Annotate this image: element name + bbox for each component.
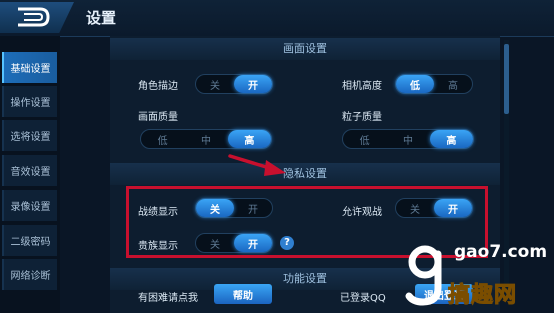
- particle-quality-label: 粒子质量: [342, 112, 382, 123]
- watermark-text: 搞趣网: [447, 283, 518, 309]
- section-title-display: 画面设置: [110, 38, 500, 60]
- watermark-domain: gao7.com: [454, 242, 548, 262]
- option-medium[interactable]: 中: [184, 130, 227, 148]
- camera-height-label: 相机高度: [342, 81, 382, 92]
- trouble-label: 有困难请点我: [138, 293, 198, 304]
- particle-quality-toggle[interactable]: 低 中 高: [342, 129, 474, 149]
- option-low[interactable]: 低: [343, 130, 386, 148]
- option-high[interactable]: 高: [227, 130, 271, 148]
- graphics-quality-toggle[interactable]: 低 中 高: [140, 129, 272, 149]
- sidebar-item-secondary-password[interactable]: 二级密码: [2, 225, 57, 256]
- section-title-privacy: 隐私设置: [110, 163, 500, 185]
- sidebar-item-sound-settings[interactable]: 音效设置: [2, 155, 57, 186]
- watermark-logo-icon: [405, 245, 442, 306]
- scrollbar-thumb[interactable]: [504, 44, 509, 114]
- sidebar-item-replay-settings[interactable]: 录像设置: [2, 190, 57, 221]
- top-bar: [0, 0, 554, 37]
- character-outline-label: 角色描边: [138, 81, 178, 92]
- option-on[interactable]: 开: [234, 75, 272, 93]
- option-medium[interactable]: 中: [386, 130, 429, 148]
- option-high[interactable]: 高: [434, 75, 472, 93]
- annotation-arrow-icon: [228, 154, 286, 176]
- character-outline-toggle[interactable]: 关 开: [195, 74, 273, 94]
- sidebar: 基础设置 操作设置 选将设置 音效设置 录像设置 二级密码 网络诊断: [0, 36, 60, 313]
- option-low[interactable]: 低: [396, 75, 434, 93]
- back-icon: [18, 7, 50, 27]
- option-off[interactable]: 关: [196, 75, 234, 93]
- graphics-quality-label: 画面质量: [138, 112, 178, 123]
- logged-in-label: 已登录QQ: [340, 293, 386, 304]
- sidebar-item-basic-settings[interactable]: 基础设置: [2, 52, 57, 83]
- page-title: 设置: [86, 9, 117, 27]
- option-high[interactable]: 高: [429, 130, 473, 148]
- help-button[interactable]: 帮助: [214, 284, 272, 304]
- sidebar-item-network-diagnosis[interactable]: 网络诊断: [2, 259, 57, 290]
- option-low[interactable]: 低: [141, 130, 184, 148]
- sidebar-item-control-settings[interactable]: 操作设置: [2, 86, 57, 117]
- camera-height-toggle[interactable]: 低 高: [395, 74, 473, 94]
- sidebar-item-hero-select-settings[interactable]: 选将设置: [2, 120, 57, 151]
